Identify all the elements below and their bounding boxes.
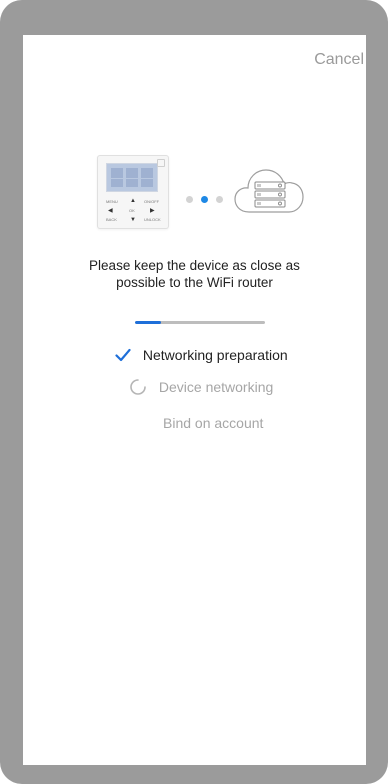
controller-keypad: MENU ▲ ON/OFF ◀ OK ▶ BACK ▼ UNLOCK xyxy=(104,196,162,224)
cloud-server-icon xyxy=(234,169,304,213)
phone-frame: Cancel MENU ▲ ON/OFF ◀ OK ▶ BACK ▼ UNLOC… xyxy=(0,0,388,784)
controller-down-arrow-icon: ▼ xyxy=(130,217,136,223)
controller-lcd xyxy=(106,163,158,192)
screen: Cancel MENU ▲ ON/OFF ◀ OK ▶ BACK ▼ UNLOC… xyxy=(23,35,366,765)
step-device-networking: Device networking xyxy=(129,378,273,396)
proximity-hint: Please keep the device as close as possi… xyxy=(23,257,366,291)
controller-key-ok: OK xyxy=(129,208,135,213)
proximity-hint-line-2: possible to the WiFi router xyxy=(116,275,273,290)
pairing-dot-3 xyxy=(216,196,223,203)
step-networking-preparation: Networking preparation xyxy=(115,346,288,363)
proximity-hint-line-1: Please keep the device as close as xyxy=(89,258,300,273)
controller-left-arrow-icon: ◀ xyxy=(108,208,113,214)
pairing-dot-1 xyxy=(186,196,193,203)
step-label: Networking preparation xyxy=(142,347,288,364)
controller-key-back: BACK xyxy=(106,217,117,222)
progress-bar-fill xyxy=(135,321,161,324)
cancel-button[interactable]: Cancel xyxy=(314,51,364,69)
controller-key-menu: MENU xyxy=(106,199,118,204)
controller-corner-button xyxy=(157,159,165,167)
step-bind-on-account: Bind on account xyxy=(163,414,263,431)
wired-controller-image: MENU ▲ ON/OFF ◀ OK ▶ BACK ▼ UNLOCK xyxy=(97,155,169,229)
spinner-icon xyxy=(130,379,146,396)
progress-bar xyxy=(135,321,265,324)
check-icon xyxy=(115,349,131,362)
pairing-dot-2 xyxy=(201,196,208,203)
step-label: Bind on account xyxy=(163,415,264,432)
step-label: Device networking xyxy=(158,379,274,396)
controller-up-arrow-icon: ▲ xyxy=(130,198,136,204)
controller-right-arrow-icon: ▶ xyxy=(150,208,155,214)
controller-key-onoff: ON/OFF xyxy=(144,199,160,204)
controller-key-unlock: UNLOCK xyxy=(144,217,161,222)
